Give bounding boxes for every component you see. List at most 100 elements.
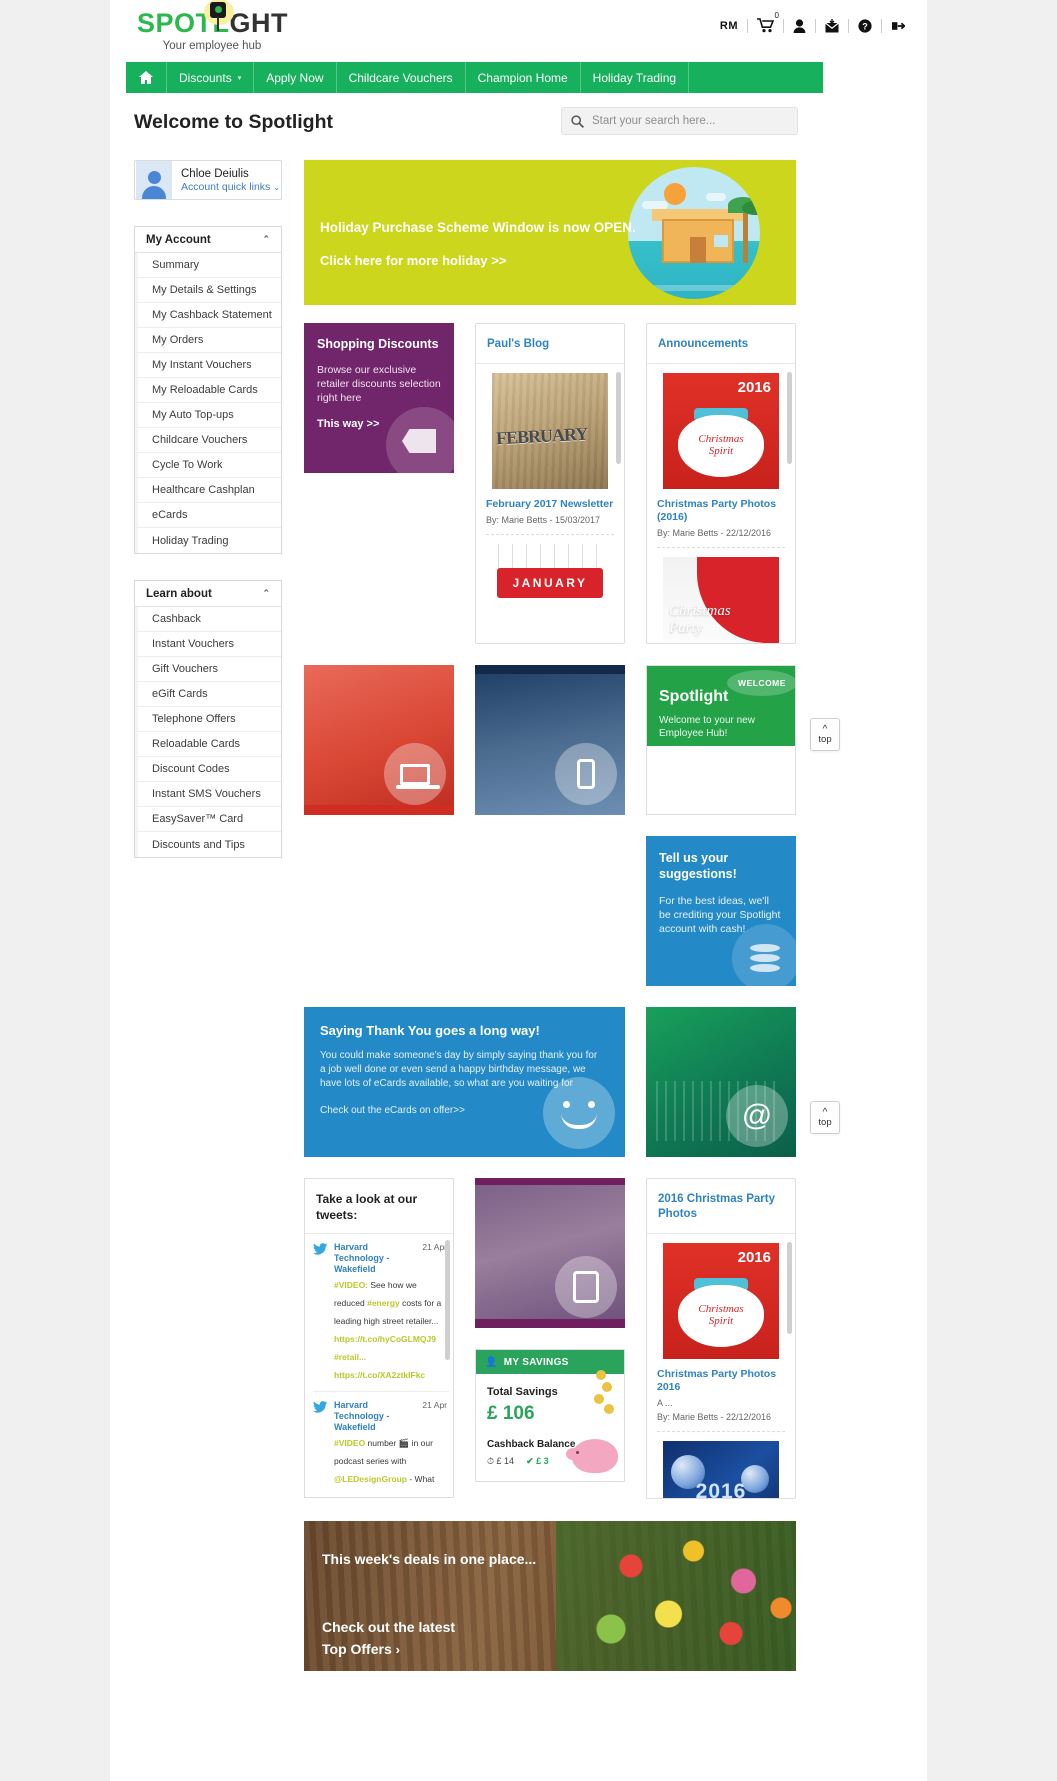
- post-image-christmas-party[interactable]: Christmas Party: [663, 557, 779, 643]
- sidebar-item-ecards[interactable]: eCards: [135, 503, 281, 528]
- nav-item-apply-now[interactable]: Apply Now: [254, 62, 337, 93]
- sidebar-item-healthcare-cashplan[interactable]: Healthcare Cashplan: [135, 478, 281, 503]
- sidebar-item-childcare-vouchers[interactable]: Childcare Vouchers: [135, 428, 281, 453]
- sidebar-item-my-orders[interactable]: My Orders: [135, 328, 281, 353]
- sidebar-item-summary[interactable]: Summary: [135, 253, 281, 278]
- tile-welcome-spotlight[interactable]: WELCOME Spotlight Welcome to your new Em…: [646, 665, 796, 815]
- sidebar-item-my-details-settings[interactable]: My Details & Settings: [135, 278, 281, 303]
- pending-amount: ⏱ £ 14: [487, 1456, 515, 1466]
- hero-banner-holiday-purchase[interactable]: Holiday Purchase Scheme Window is now OP…: [304, 160, 796, 305]
- user-icon[interactable]: [793, 18, 806, 33]
- inbox-icon[interactable]: [825, 18, 839, 33]
- chevron-up-icon: ^: [822, 1106, 828, 1118]
- content-grid-row-2: WELCOME Spotlight Welcome to your new Em…: [304, 665, 904, 986]
- sidebar-item-my-auto-top-ups[interactable]: My Auto Top-ups: [135, 403, 281, 428]
- scrollbar[interactable]: [787, 1242, 792, 1334]
- nav-item-discounts[interactable]: Discounts ▾: [167, 62, 255, 93]
- sidebar-item-cashback[interactable]: Cashback: [135, 607, 281, 632]
- tile-photo-laptop[interactable]: [304, 665, 454, 815]
- post-image-new-year-baubles[interactable]: [663, 1441, 779, 1498]
- coins-icon: [732, 924, 796, 986]
- nav-item-childcare-vouchers[interactable]: Childcare Vouchers: [337, 62, 466, 93]
- search-input[interactable]: [592, 115, 788, 127]
- post-title[interactable]: February 2017 Newsletter: [486, 498, 614, 511]
- scrollbar[interactable]: [616, 372, 621, 464]
- tile-shopping-discounts[interactable]: Shopping Discounts Browse our exclusive …: [304, 323, 454, 473]
- sidebar-item-instant-sms-vouchers[interactable]: Instant SMS Vouchers: [135, 782, 281, 807]
- confirmed-amount: ✔ £ 3: [526, 1456, 549, 1466]
- nav-item-home[interactable]: [126, 62, 167, 93]
- banner-line-3: Top Offers ›: [322, 1641, 400, 1657]
- help-icon[interactable]: ?: [858, 18, 872, 33]
- sidebar-item-holiday-trading[interactable]: Holiday Trading: [135, 528, 281, 553]
- discount-tag-icon: [386, 407, 454, 473]
- chevron-down-icon: ▾: [237, 74, 242, 82]
- panel-header[interactable]: Learn about ⌃: [135, 581, 281, 607]
- nav-item-champion-home[interactable]: Champion Home: [466, 62, 581, 93]
- site-logo[interactable]: SPOTLGHT Your employee hub: [137, 0, 288, 52]
- post-image-january-tags[interactable]: [492, 544, 608, 643]
- post-title[interactable]: Christmas Party Photos (2016): [657, 498, 785, 524]
- account-quick-links[interactable]: Account quick links ⌄: [181, 181, 280, 194]
- tile-photo-mobile[interactable]: [475, 665, 625, 815]
- smiley-face-icon: [543, 1077, 615, 1149]
- tile-photo-tablet[interactable]: [475, 1178, 625, 1328]
- sidebar-item-my-reloadable-cards[interactable]: My Reloadable Cards: [135, 378, 281, 403]
- tweet-item[interactable]: Harvard Technology - Wakefield 21 Apr #V…: [313, 1234, 449, 1392]
- panel-header[interactable]: My Account ⌃: [135, 227, 281, 253]
- post-title[interactable]: Christmas Party Photos 2016: [657, 1368, 785, 1394]
- post-meta: By: Marie Betts - 22/12/2016: [657, 528, 772, 538]
- post-image-christmas-santa[interactable]: 2016 Christmas Spirit: [663, 373, 779, 489]
- tile-suggestions[interactable]: Tell us your suggestions! For the best i…: [646, 836, 796, 986]
- card-title[interactable]: Announcements: [658, 337, 784, 352]
- sidebar-item-cycle-to-work[interactable]: Cycle To Work: [135, 453, 281, 478]
- sidebar-item-egift-cards[interactable]: eGift Cards: [135, 682, 281, 707]
- user-initials: RM: [719, 19, 738, 32]
- logout-icon[interactable]: [891, 19, 905, 33]
- scrollbar[interactable]: [787, 372, 792, 464]
- header-icon-bar: RM 0 ?: [719, 12, 905, 33]
- post-image-christmas-santa[interactable]: 2016 Christmas Spirit: [663, 1243, 779, 1359]
- scrollbar[interactable]: [445, 1240, 450, 1360]
- nav-item-holiday-trading[interactable]: Holiday Trading: [581, 62, 690, 93]
- tile-photo-ecards[interactable]: @: [646, 1007, 796, 1157]
- tweet-author[interactable]: Harvard Technology - Wakefield: [334, 1242, 418, 1275]
- back-to-top-button[interactable]: ^ top: [810, 718, 840, 751]
- total-savings-label: Total Savings: [487, 1386, 558, 1398]
- cart-icon[interactable]: 0: [757, 12, 779, 33]
- welcome-badge: WELCOME: [727, 670, 795, 696]
- sidebar-item-my-instant-vouchers[interactable]: My Instant Vouchers: [135, 353, 281, 378]
- post-excerpt: A ...: [657, 1398, 673, 1408]
- tweet-item[interactable]: Harvard Technology - Wakefield 21 Apr #V…: [313, 1392, 449, 1493]
- search-box[interactable]: [561, 107, 798, 135]
- tweet-date: 21 Apr: [422, 1242, 447, 1252]
- tweet-date: 21 Apr: [422, 1400, 447, 1410]
- sidebar-item-reloadable-cards[interactable]: Reloadable Cards: [135, 732, 281, 757]
- sidebar-item-discount-codes[interactable]: Discount Codes: [135, 757, 281, 782]
- card-title[interactable]: Paul's Blog: [487, 337, 613, 352]
- sidebar-item-gift-vouchers[interactable]: Gift Vouchers: [135, 657, 281, 682]
- sidebar-item-my-cashback-statement[interactable]: My Cashback Statement: [135, 303, 281, 328]
- christmas-feed: 2016 Christmas Spirit Christmas Party Pho…: [647, 1234, 795, 1498]
- back-to-top-button[interactable]: ^ top: [810, 1101, 840, 1134]
- flowers-illustration: [556, 1521, 796, 1671]
- banner-top-offers[interactable]: This week's deals in one place... Check …: [304, 1521, 796, 1671]
- banner-saying-thank-you[interactable]: Saying Thank You goes a long way! You co…: [304, 1007, 625, 1157]
- tweet-author[interactable]: Harvard Technology - Wakefield: [334, 1400, 418, 1433]
- svg-text:?: ?: [862, 21, 868, 31]
- post-image-february-newsletter[interactable]: [492, 373, 608, 489]
- coin-icon: [596, 1370, 606, 1380]
- sidebar-item-telephone-offers[interactable]: Telephone Offers: [135, 707, 281, 732]
- divider: [848, 18, 849, 33]
- user-card[interactable]: Chloe Deiulis Account quick links ⌄: [134, 160, 282, 200]
- sidebar-item-easysaver-card[interactable]: EasySaver™ Card: [135, 807, 281, 832]
- card-title[interactable]: 2016 Christmas Party Photos: [658, 1192, 784, 1222]
- site-header: SPOTLGHT Your employee hub RM 0 ?: [110, 0, 927, 62]
- tweet-text: #VIDEO number 🎬 in our podcast series wi…: [334, 1438, 435, 1493]
- card-tweets: Take a look at our tweets: Harvard Techn…: [304, 1178, 454, 1498]
- card-christmas-photos: 2016 Christmas Party Photos 2016 Christm…: [646, 1178, 796, 1499]
- post-meta: By: Marie Betts - 15/03/2017: [486, 515, 601, 525]
- sidebar-item-discounts-and-tips[interactable]: Discounts and Tips: [135, 832, 281, 857]
- nav-label: Holiday Trading: [592, 70, 677, 85]
- sidebar-item-instant-vouchers[interactable]: Instant Vouchers: [135, 632, 281, 657]
